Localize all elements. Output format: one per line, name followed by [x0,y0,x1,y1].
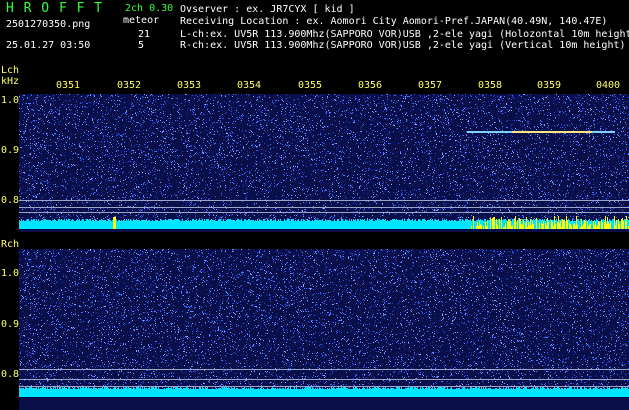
rch-receiver-info: R-ch:ex. UV5R 113.900Mhz(SAPPORO VOR)USB… [180,40,626,51]
brand-title: H R O F F T [6,1,104,16]
time-label: 0354 [237,80,262,91]
channel-setting: 2ch 0.30 [125,3,174,14]
time-label: 0355 [298,80,323,91]
rch-ytick-1-0: 1.0 [1,268,20,279]
reference-line [19,200,629,201]
reference-line [19,212,629,213]
time-label: 0356 [358,80,383,91]
lch-ytick-0-8: 0.8 [1,195,20,206]
reference-line [19,207,629,208]
rch-ytick-0-9: 0.9 [1,319,20,330]
lch-spectrogram [19,94,629,232]
rch-ytick-0-8: 0.8 [1,369,20,380]
time-label: 0359 [537,80,562,91]
meteor-count-lch: 21 [138,29,151,40]
time-label: 0358 [478,80,503,91]
reference-line [19,369,629,370]
meteor-count-rch: 5 [138,40,145,51]
location-info: Receiving Location : ex. Aomori City Aom… [180,16,608,27]
rch-channel-label: Rch [1,239,20,250]
file-name: 2501270350.png [6,19,91,30]
lch-ytick-1-0: 1.0 [1,95,20,106]
meteor-label: meteor [123,15,160,26]
reference-line [19,379,629,380]
rch-spectrogram [19,249,629,410]
meteor-echo-trace-core [512,131,592,133]
meteor-echo-spike [113,217,116,229]
observer-info: Ovserver : ex. JR7CYX [ kid ] [180,4,355,15]
signal-baseline [19,221,629,229]
time-label: 0357 [418,80,443,91]
lch-receiver-info: L-ch:ex. UV5R 113.900Mhz(SAPPORO VOR)USB… [180,29,629,40]
lch-spectrogram-canvas [19,94,629,232]
lch-channel-label: Lch [1,65,20,76]
date-time: 25.01.27 03:50 [6,40,91,51]
lch-unit-label: kHz [1,76,20,87]
signal-baseline [19,389,629,397]
time-label: 0353 [177,80,202,91]
time-label: 0400 [596,80,621,91]
reference-line [19,386,629,387]
time-label: 0352 [117,80,142,91]
rch-spectrogram-canvas [19,249,629,410]
lch-ytick-0-9: 0.9 [1,145,20,156]
time-label: 0351 [56,80,81,91]
